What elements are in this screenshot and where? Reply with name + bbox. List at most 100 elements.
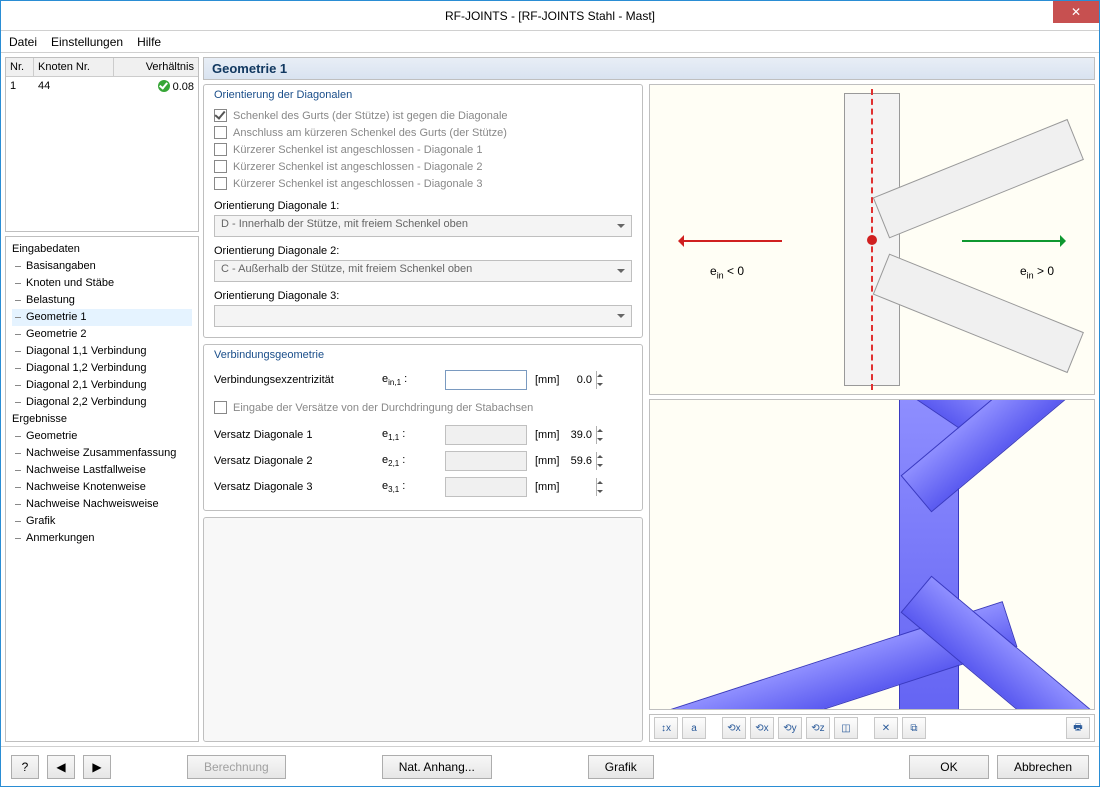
input-v1[interactable] <box>446 426 596 444</box>
form-column: Orientierung der Diagonalen Schenkel des… <box>203 84 643 742</box>
tree-item[interactable]: Anmerkungen <box>12 530 192 547</box>
tool-print[interactable]: 🖶 <box>1066 717 1090 739</box>
spin-down-icon[interactable] <box>596 461 603 470</box>
render-view[interactable] <box>649 399 1095 710</box>
checkbox-icon <box>214 143 227 156</box>
sym-v3: e3,1 : <box>382 480 437 494</box>
col-knoten: Knoten Nr. <box>34 58 114 76</box>
lbl-orient2: Orientierung Diagonale 2: <box>214 245 632 257</box>
cancel-button[interactable]: Abbrechen <box>997 755 1089 779</box>
chk-diag1[interactable]: Kürzerer Schenkel ist angeschlossen - Di… <box>214 141 632 158</box>
input-v3[interactable] <box>446 478 596 496</box>
lbl-orient1: Orientierung Diagonale 1: <box>214 200 632 212</box>
legend-geometry: Verbindungsgeometrie <box>214 349 632 361</box>
main-column: Geometrie 1 Orientierung der Diagonalen … <box>203 57 1095 742</box>
tool-btn[interactable]: a <box>682 717 706 739</box>
schematic-view[interactable]: ein < 0 ein > 0 <box>649 84 1095 395</box>
tree-item[interactable]: Nachweise Lastfallweise <box>12 462 192 479</box>
window-title: RF-JOINTS - [RF-JOINTS Stahl - Mast] <box>445 9 655 23</box>
view-column: ein < 0 ein > 0 ↕x a ⟲x <box>649 84 1095 742</box>
grid-row[interactable]: 1 44 0.08 <box>6 77 198 96</box>
tool-btn[interactable]: ✕ <box>874 717 898 739</box>
tree-item-selected[interactable]: Geometrie 1 <box>12 309 192 326</box>
tool-btn[interactable]: ⟲x <box>722 717 746 739</box>
spin-v3[interactable] <box>445 477 527 497</box>
input-ecc[interactable] <box>446 371 596 389</box>
lbl-v2: Versatz Diagonale 2 <box>214 455 374 467</box>
cell-verh: 0.08 <box>114 77 198 96</box>
tree-item[interactable]: Grafik <box>12 513 192 530</box>
tool-btn[interactable]: ⧉ <box>902 717 926 739</box>
next-button[interactable]: ▶ <box>83 755 111 779</box>
tree-item[interactable]: Nachweise Zusammenfassung <box>12 445 192 462</box>
input-v2[interactable] <box>446 452 596 470</box>
chk-diag2[interactable]: Kürzerer Schenkel ist angeschlossen - Di… <box>214 158 632 175</box>
spin-up-icon[interactable] <box>596 478 603 487</box>
grafik-button[interactable]: Grafik <box>588 755 654 779</box>
prev-button[interactable]: ◀ <box>47 755 75 779</box>
tree-cat-input: Eingabedaten <box>12 241 192 258</box>
tree-item[interactable]: Geometrie <box>12 428 192 445</box>
sym-v2: e2,1 : <box>382 454 437 468</box>
footer: ? ◀ ▶ Berechnung Nat. Anhang... Grafik O… <box>1 746 1099 786</box>
tree-item[interactable]: Diagonal 2,1 Verbindung <box>12 377 192 394</box>
select-orient3[interactable] <box>214 305 632 327</box>
tool-btn[interactable]: ↕x <box>654 717 678 739</box>
arrow-left-icon <box>682 240 782 242</box>
checkbox-icon <box>214 401 227 414</box>
tree-item[interactable]: Nachweise Nachweisweise <box>12 496 192 513</box>
menu-settings[interactable]: Einstellungen <box>51 35 123 49</box>
chk-gurt-diagonal[interactable]: Schenkel des Gurts (der Stütze) ist gege… <box>214 107 632 124</box>
calc-button[interactable]: Berechnung <box>187 755 286 779</box>
titlebar: RF-JOINTS - [RF-JOINTS Stahl - Mast] ✕ <box>1 1 1099 31</box>
help-button[interactable]: ? <box>11 755 39 779</box>
annex-button[interactable]: Nat. Anhang... <box>382 755 492 779</box>
tree-item[interactable]: Basisangaben <box>12 258 192 275</box>
row-v3: Versatz Diagonale 3 e3,1 : [mm] <box>214 474 632 500</box>
result-grid[interactable]: Nr. Knoten Nr. Verhältnis 1 44 0.08 <box>5 57 199 232</box>
chk-diag3[interactable]: Kürzerer Schenkel ist angeschlossen - Di… <box>214 175 632 192</box>
tree-item[interactable]: Diagonal 1,2 Verbindung <box>12 360 192 377</box>
tree-cat-results: Ergebnisse <box>12 411 192 428</box>
spin-down-icon[interactable] <box>596 487 603 496</box>
spin-up-icon[interactable] <box>596 371 603 380</box>
spin-up-icon[interactable] <box>596 426 603 435</box>
tree-item[interactable]: Nachweise Knotenweise <box>12 479 192 496</box>
label-ein-pos: ein > 0 <box>1020 264 1054 280</box>
spin-v1[interactable] <box>445 425 527 445</box>
tool-btn[interactable]: ⟲y <box>778 717 802 739</box>
tool-btn[interactable]: ◫ <box>834 717 858 739</box>
lbl-orient3: Orientierung Diagonale 3: <box>214 290 632 302</box>
unit-ecc: [mm] <box>535 374 559 386</box>
page-title: Geometrie 1 <box>203 57 1095 80</box>
menubar: Datei Einstellungen Hilfe <box>1 31 1099 53</box>
menu-help[interactable]: Hilfe <box>137 35 161 49</box>
app-window: RF-JOINTS - [RF-JOINTS Stahl - Mast] ✕ D… <box>0 0 1100 787</box>
sym-ecc: ein,1 : <box>382 373 437 387</box>
spin-down-icon[interactable] <box>596 380 603 389</box>
spin-down-icon[interactable] <box>596 435 603 444</box>
spin-ecc[interactable] <box>445 370 527 390</box>
chk-kurzer-schenkel[interactable]: Anschluss am kürzeren Schenkel des Gurts… <box>214 124 632 141</box>
tree-item[interactable]: Geometrie 2 <box>12 326 192 343</box>
select-orient1[interactable]: D - Innerhalb der Stütze, mit freiem Sch… <box>214 215 632 237</box>
select-orient2[interactable]: C - Außerhalb der Stütze, mit freiem Sch… <box>214 260 632 282</box>
close-button[interactable]: ✕ <box>1053 1 1099 23</box>
tree-item[interactable]: Diagonal 2,2 Verbindung <box>12 394 192 411</box>
ok-button[interactable]: OK <box>909 755 989 779</box>
tree-item[interactable]: Diagonal 1,1 Verbindung <box>12 343 192 360</box>
cell-nr: 1 <box>6 77 34 96</box>
tree-item[interactable]: Belastung <box>12 292 192 309</box>
nav-tree[interactable]: Eingabedaten Basisangaben Knoten und Stä… <box>5 236 199 742</box>
lbl-ecc: Verbindungsexzentrizität <box>214 374 374 386</box>
chk-versatz-input[interactable]: Eingabe der Versätze von der Durchdringu… <box>214 399 632 416</box>
tool-btn[interactable]: ⟲z <box>806 717 830 739</box>
row-v2: Versatz Diagonale 2 e2,1 : [mm] <box>214 448 632 474</box>
tree-item[interactable]: Knoten und Stäbe <box>12 275 192 292</box>
lbl-v3: Versatz Diagonale 3 <box>214 481 374 493</box>
spin-v2[interactable] <box>445 451 527 471</box>
legend-orientation: Orientierung der Diagonalen <box>214 89 632 101</box>
tool-btn[interactable]: ⟲x <box>750 717 774 739</box>
menu-file[interactable]: Datei <box>9 35 37 49</box>
spin-up-icon[interactable] <box>596 452 603 461</box>
